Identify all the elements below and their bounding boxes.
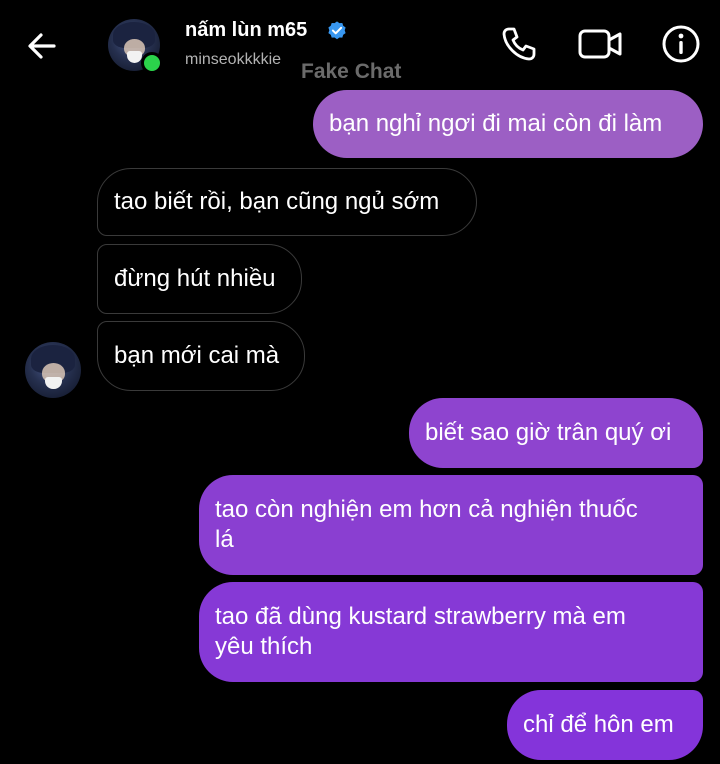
message-text: bạn mới cai mà — [114, 342, 280, 369]
message-text-line: yêu thích — [215, 633, 313, 660]
fake-chat-watermark: Fake Chat — [301, 60, 402, 83]
received-message[interactable]: bạn mới cai mà — [97, 321, 305, 391]
sender-avatar[interactable] — [25, 342, 81, 398]
message-text: biết sao giờ trân quý ơi — [425, 419, 672, 446]
info-button[interactable] — [660, 23, 702, 65]
video-call-button[interactable] — [576, 25, 624, 63]
contact-username: minseokkkkie — [185, 51, 282, 68]
voice-call-button[interactable] — [500, 25, 538, 63]
sent-message[interactable]: chỉ để hôn em — [507, 690, 703, 760]
back-arrow-icon — [28, 33, 56, 59]
message-text: chỉ để hôn em — [523, 711, 674, 738]
message-text: tao biết rồi, bạn cũng ngủ sớm — [114, 188, 440, 215]
received-message[interactable]: tao biết rồi, bạn cũng ngủ sớm — [97, 168, 477, 236]
sent-message[interactable]: tao đã dùng kustard strawberry mà em yêu… — [199, 582, 703, 682]
received-message[interactable]: đừng hút nhiều — [97, 244, 302, 314]
info-icon — [662, 25, 700, 63]
contact-name[interactable]: nấm lùn m65 — [185, 19, 307, 42]
online-status-dot — [141, 52, 163, 74]
video-camera-icon — [578, 29, 622, 59]
message-text: đừng hút nhiều — [114, 265, 276, 292]
sent-message[interactable]: tao còn nghiện em hơn cả nghiện thuốc lá — [199, 475, 703, 575]
phone-icon — [502, 27, 536, 61]
message-text: bạn nghỉ ngơi đi mai còn đi làm — [329, 110, 663, 137]
verified-badge-icon — [328, 21, 346, 40]
message-text-line: tao còn nghiện em hơn cả nghiện thuốc — [215, 496, 638, 523]
back-button[interactable] — [24, 28, 60, 64]
message-text-line: lá — [215, 526, 234, 553]
sent-message[interactable]: bạn nghỉ ngơi đi mai còn đi làm — [313, 90, 703, 158]
message-text-line: tao đã dùng kustard strawberry mà em — [215, 603, 626, 630]
sent-message[interactable]: biết sao giờ trân quý ơi — [409, 398, 703, 468]
